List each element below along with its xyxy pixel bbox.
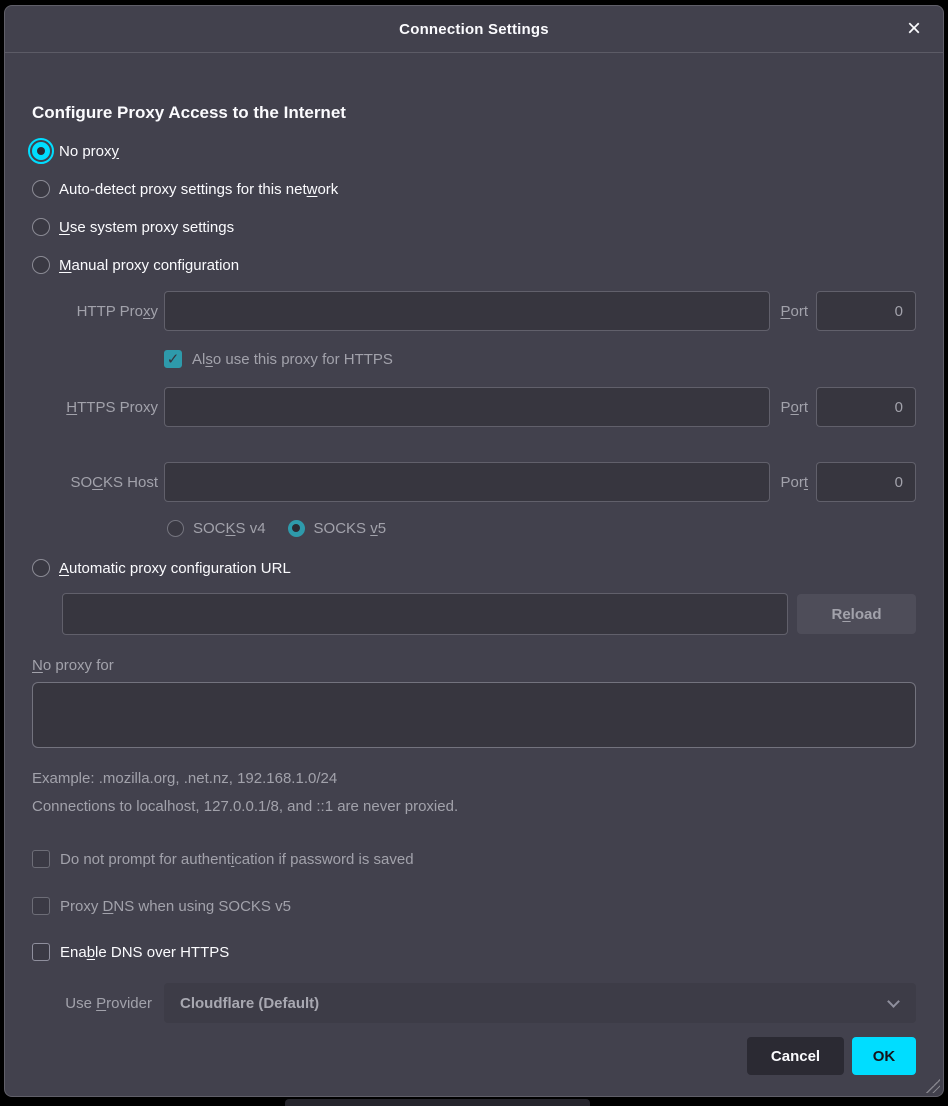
socks-v4-label: SOCKS v4	[193, 520, 266, 537]
page-title: Configure Proxy Access to the Internet	[32, 101, 916, 125]
http-proxy-row: HTTP Proxy Port	[32, 291, 916, 331]
radio-system-label: Use system proxy settings	[59, 219, 234, 236]
enable-doh-label: Enable DNS over HTTPS	[60, 944, 229, 961]
checkbox-icon[interactable]	[32, 943, 50, 961]
radio-button-icon[interactable]	[288, 520, 305, 537]
https-port-label: Port	[780, 399, 808, 416]
checkbox-icon[interactable]	[32, 897, 50, 915]
radio-button-icon[interactable]	[32, 256, 50, 274]
http-proxy-label: HTTP Proxy	[32, 303, 164, 320]
socks-host-input[interactable]	[164, 462, 770, 502]
radio-manual-label: Manual proxy configuration	[59, 257, 239, 274]
socks-host-row: SOCKS Host Port	[32, 462, 916, 502]
no-proxy-example-text: Example: .mozilla.org, .net.nz, 192.168.…	[32, 768, 916, 790]
no-proxy-for-textarea[interactable]	[32, 682, 916, 748]
radio-autodetect-label: Auto-detect proxy settings for this netw…	[59, 181, 338, 198]
background-page-edge	[285, 1099, 590, 1106]
connection-settings-dialog: Connection Settings × Configure Proxy Ac…	[4, 5, 944, 1097]
ok-button[interactable]: OK	[852, 1037, 916, 1075]
https-port-input[interactable]	[816, 387, 916, 427]
autoproxy-url-row: Reload	[62, 593, 916, 635]
doh-provider-select[interactable]: Cloudflare (Default)	[164, 983, 916, 1023]
radio-button-icon[interactable]	[167, 520, 184, 537]
proxy-dns-socks5-checkbox[interactable]: Proxy DNS when using SOCKS v5	[32, 895, 916, 917]
proxy-dns-socks5-label: Proxy DNS when using SOCKS v5	[60, 898, 291, 915]
no-proxy-for-label: No proxy for	[32, 657, 916, 674]
cancel-button[interactable]: Cancel	[747, 1037, 844, 1075]
use-provider-label: Use Provider	[32, 995, 164, 1012]
radio-no-proxy-label: No proxy	[59, 143, 119, 160]
radio-autoproxy-label: Automatic proxy configuration URL	[59, 560, 291, 577]
radio-autodetect-proxy[interactable]: Auto-detect proxy settings for this netw…	[32, 177, 916, 201]
check-icon: ✓	[167, 352, 180, 367]
http-port-label: Port	[780, 303, 808, 320]
radio-button-icon[interactable]	[32, 180, 50, 198]
localhost-note-text: Connections to localhost, 127.0.0.1/8, a…	[32, 796, 916, 818]
https-proxy-label: HTTPS Proxy	[32, 399, 164, 416]
http-port-input[interactable]	[816, 291, 916, 331]
radio-autoproxy-url[interactable]: Automatic proxy configuration URL	[32, 556, 916, 580]
radio-no-proxy[interactable]: No proxy	[32, 139, 916, 163]
dialog-content: Configure Proxy Access to the Internet N…	[5, 101, 943, 1075]
autoproxy-url-input[interactable]	[62, 593, 788, 635]
no-prompt-auth-checkbox[interactable]: Do not prompt for authentication if pass…	[32, 848, 916, 870]
checkbox-icon[interactable]: ✓	[164, 350, 182, 368]
doh-provider-row: Use Provider Cloudflare (Default)	[32, 983, 916, 1023]
radio-button-icon[interactable]	[32, 142, 50, 160]
share-proxy-https-label: Also use this proxy for HTTPS	[192, 351, 393, 368]
checkbox-icon[interactable]	[32, 850, 50, 868]
chevron-down-icon	[887, 995, 900, 1008]
close-icon[interactable]: ×	[899, 14, 929, 44]
doh-provider-value: Cloudflare (Default)	[180, 995, 319, 1012]
dialog-button-row: Cancel OK	[32, 1037, 916, 1075]
enable-doh-checkbox[interactable]: Enable DNS over HTTPS	[32, 941, 916, 963]
dialog-title: Connection Settings	[399, 21, 549, 38]
no-prompt-auth-label: Do not prompt for authentication if pass…	[60, 851, 414, 868]
radio-button-icon[interactable]	[32, 559, 50, 577]
radio-system-proxy[interactable]: Use system proxy settings	[32, 215, 916, 239]
radio-manual-proxy[interactable]: Manual proxy configuration	[32, 253, 916, 277]
socks-version-row: SOCKS v4 SOCKS v5	[167, 516, 916, 540]
socks-host-label: SOCKS Host	[32, 474, 164, 491]
radio-button-icon[interactable]	[32, 218, 50, 236]
reload-button[interactable]: Reload	[797, 594, 916, 634]
http-proxy-input[interactable]	[164, 291, 770, 331]
socks-port-input[interactable]	[816, 462, 916, 502]
socks-v5-label: SOCKS v5	[314, 520, 387, 537]
socks-port-label: Port	[780, 474, 808, 491]
https-proxy-row: HTTPS Proxy Port	[32, 387, 916, 427]
dialog-titlebar: Connection Settings ×	[5, 6, 943, 53]
share-proxy-https-checkbox[interactable]: ✓ Also use this proxy for HTTPS	[164, 348, 916, 370]
resize-grip[interactable]	[926, 1079, 940, 1093]
https-proxy-input[interactable]	[164, 387, 770, 427]
